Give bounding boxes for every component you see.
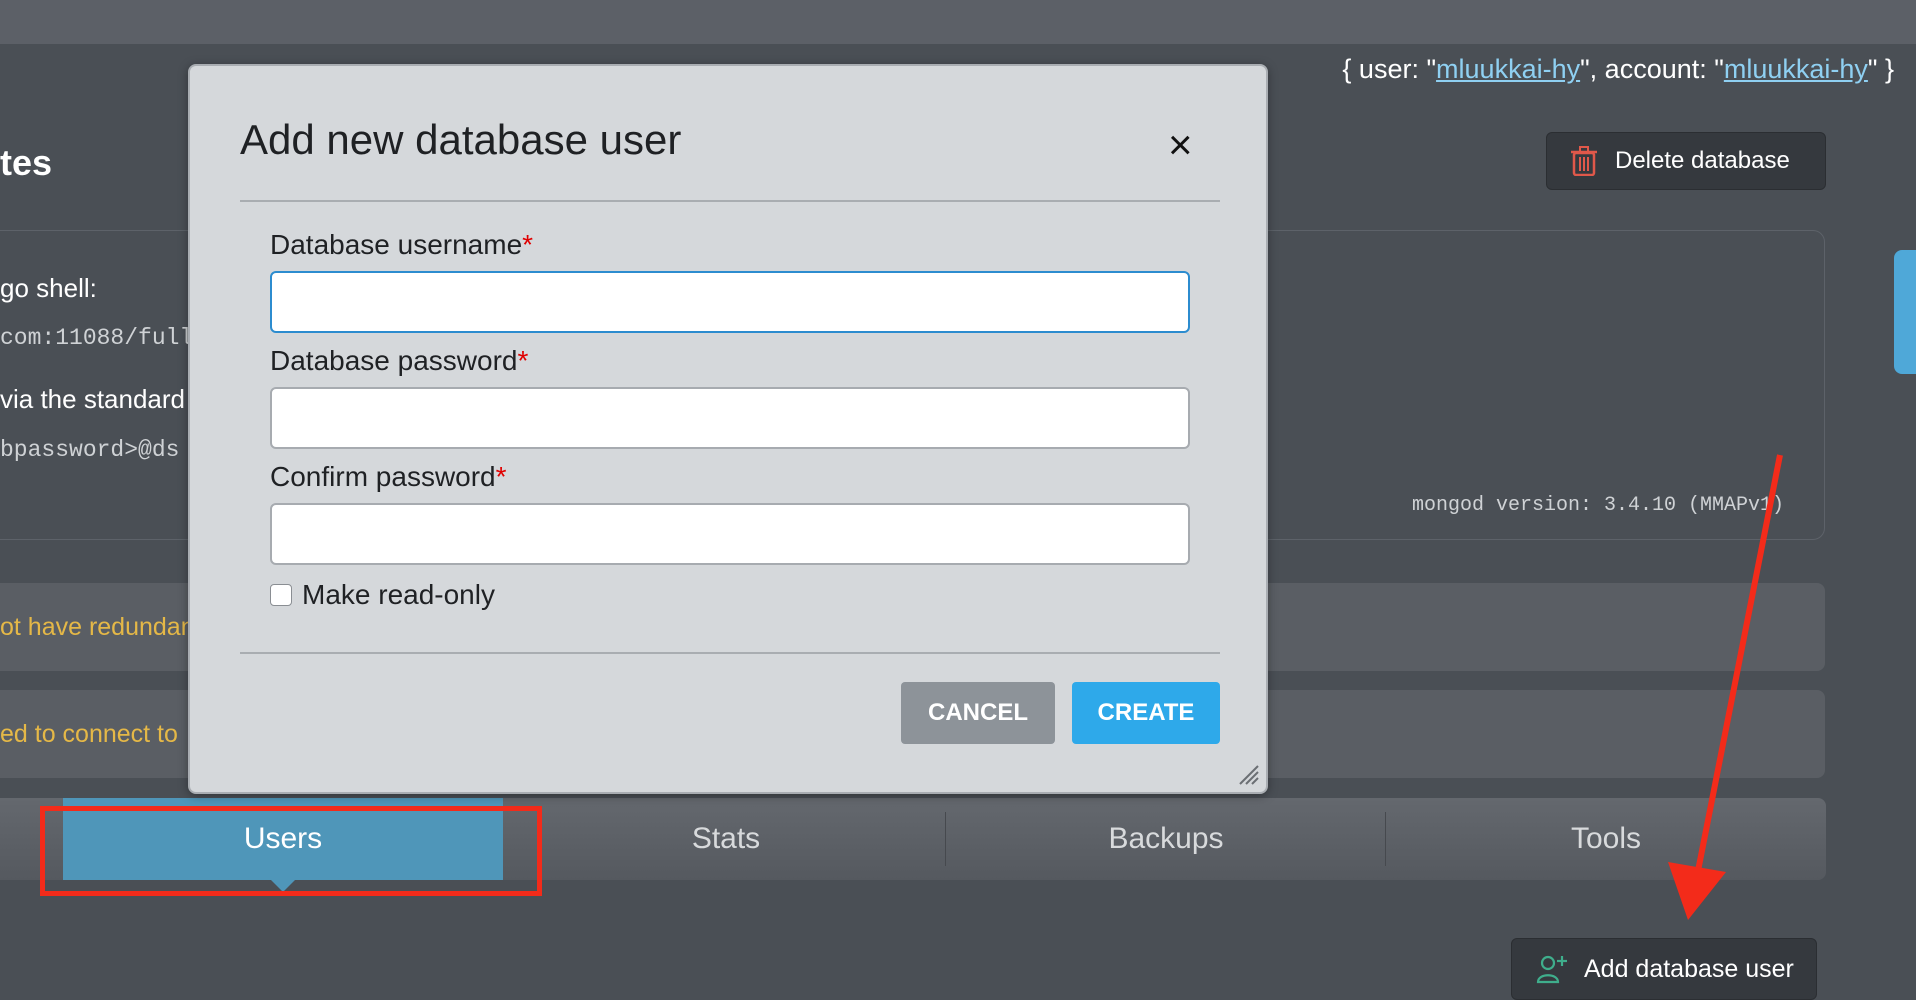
required-mark: *	[495, 461, 507, 492]
username-label: Database username*	[270, 229, 533, 261]
read-only-checkbox[interactable]	[270, 584, 292, 606]
password-label-text: Database password	[270, 345, 518, 376]
cancel-button[interactable]: CANCEL	[901, 682, 1055, 744]
username-label-text: Database username	[270, 229, 523, 260]
database-password-input[interactable]	[270, 387, 1190, 449]
add-user-modal: Add new database user × Database usernam…	[188, 64, 1268, 794]
database-username-input[interactable]	[270, 271, 1190, 333]
confirm-password-label-text: Confirm password	[270, 461, 496, 492]
confirm-password-label: Confirm password*	[270, 461, 507, 493]
modal-header-divider	[240, 200, 1220, 202]
required-mark: *	[517, 345, 529, 376]
modal-footer-divider	[240, 652, 1220, 654]
confirm-password-input[interactable]	[270, 503, 1190, 565]
modal-title: Add new database user	[240, 116, 682, 163]
required-mark: *	[522, 229, 534, 260]
password-label: Database password*	[270, 345, 528, 377]
create-button[interactable]: CREATE	[1072, 682, 1220, 744]
resize-handle-icon[interactable]	[1238, 764, 1260, 786]
close-icon[interactable]: ×	[1168, 124, 1193, 166]
read-only-label[interactable]: Make read-only	[302, 579, 495, 611]
